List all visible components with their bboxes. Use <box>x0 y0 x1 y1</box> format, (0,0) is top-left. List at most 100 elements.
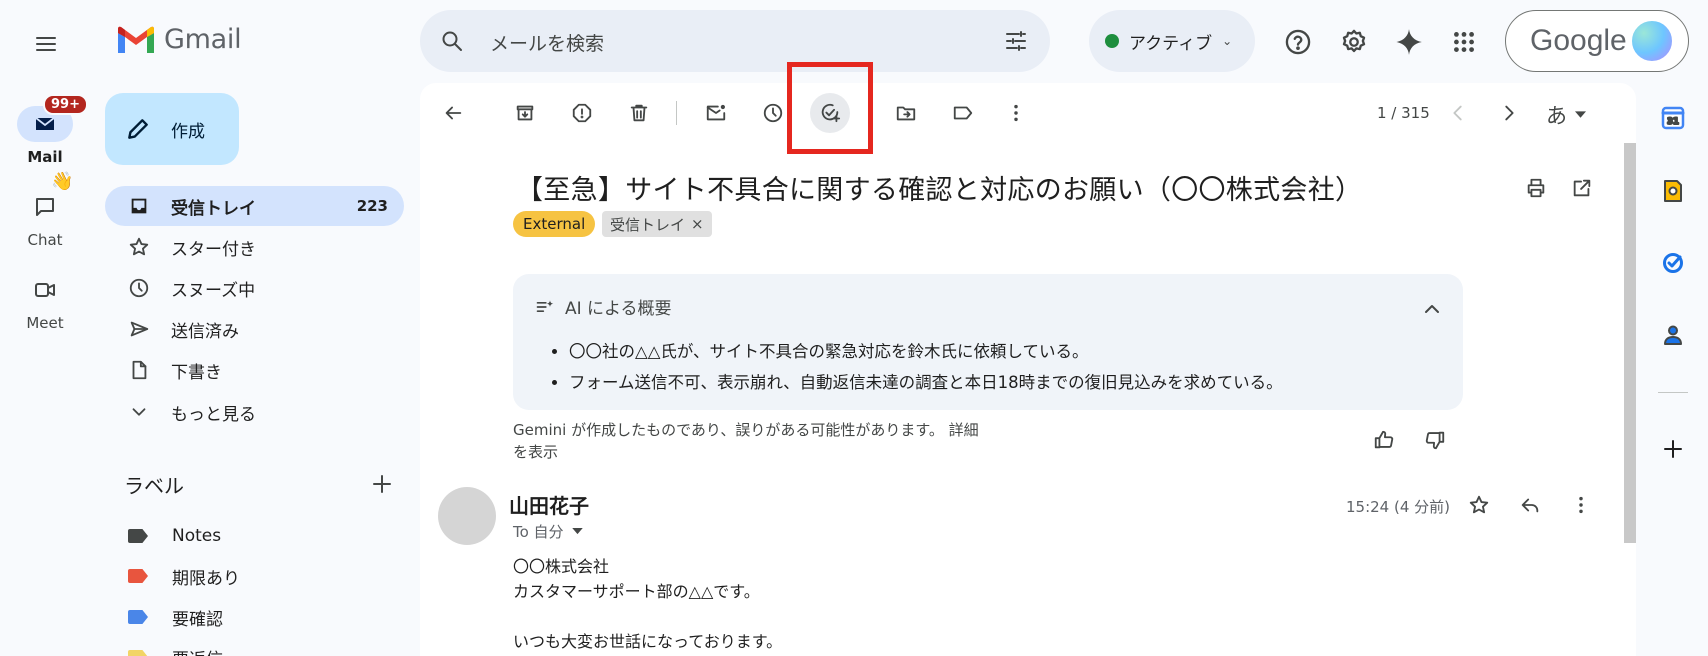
help-button[interactable] <box>1278 22 1318 62</box>
newer-button[interactable] <box>1438 93 1478 133</box>
reply-button[interactable] <box>1510 485 1550 525</box>
nav-sent-label: 送信済み <box>171 321 239 342</box>
gemini-spark-icon <box>1396 29 1422 55</box>
gemini-disclaimer[interactable]: Gemini が作成したものであり、誤りがある可能性があります。 詳細を表示 <box>513 419 993 463</box>
calendar-app-button[interactable]: 31 <box>1650 95 1696 141</box>
wave-emoji-icon: 👋 <box>51 171 74 192</box>
search-bar[interactable]: メールを検索 <box>420 10 1050 72</box>
print-icon <box>1527 178 1545 198</box>
back-button[interactable] <box>433 93 473 133</box>
nav-more[interactable]: もっと見る <box>105 392 404 432</box>
rail-meet[interactable]: Meet <box>0 272 90 332</box>
draft-icon <box>127 358 151 382</box>
nav-inbox-count: 223 <box>356 197 388 215</box>
status-dot <box>1105 34 1119 48</box>
contacts-icon <box>1664 325 1682 345</box>
calendar-day: 31 <box>1667 117 1679 127</box>
label-item[interactable]: 期限あり <box>128 561 240 591</box>
keep-app-button[interactable] <box>1650 168 1696 214</box>
print-button[interactable] <box>1516 168 1556 208</box>
toolbar-divider <box>676 101 677 125</box>
label-tag-icon <box>128 610 148 624</box>
trash-icon <box>630 104 648 122</box>
tasks-icon <box>1663 253 1683 273</box>
more-options-button[interactable] <box>996 93 1036 133</box>
thumbs-down-button[interactable] <box>1415 420 1455 460</box>
keep-icon <box>1664 180 1682 202</box>
label-icon <box>953 106 973 120</box>
contacts-app-button[interactable] <box>1650 312 1696 358</box>
move-to-button[interactable] <box>886 93 926 133</box>
input-tools-button[interactable]: あ <box>1546 100 1586 130</box>
nav-sent[interactable]: 送信済み <box>105 309 404 349</box>
archive-button[interactable] <box>505 93 545 133</box>
gemini-button[interactable] <box>1389 22 1429 62</box>
rail-chat[interactable]: 👋 Chat <box>0 171 90 249</box>
add-label-button[interactable] <box>370 472 394 496</box>
archive-icon <box>516 105 534 121</box>
older-button[interactable] <box>1489 93 1529 133</box>
google-apps-button[interactable] <box>1444 22 1484 62</box>
open-new-window-button[interactable] <box>1562 168 1602 208</box>
nav-snoozed[interactable]: スヌーズ中 <box>105 268 404 308</box>
thumbs-up-button[interactable] <box>1364 420 1404 460</box>
gmail-logo[interactable]: Gmail <box>116 24 242 55</box>
label-item-label: 要確認 <box>172 609 223 630</box>
arrow-left-icon <box>445 106 462 120</box>
label-item[interactable]: 要確認 <box>128 602 223 632</box>
star-icon <box>127 235 151 259</box>
report-spam-button[interactable] <box>562 93 602 133</box>
calendar-icon: 31 <box>1661 106 1685 130</box>
search-button[interactable] <box>440 29 464 53</box>
nav-inbox[interactable]: 受信トレイ 223 <box>105 186 404 226</box>
tasks-app-button[interactable] <box>1650 240 1696 286</box>
gmail-wordmark: Gmail <box>164 24 242 55</box>
nav-drafts-label: 下書き <box>171 362 222 383</box>
nav-drafts[interactable]: 下書き <box>105 350 404 390</box>
more-vert-icon <box>1579 496 1583 514</box>
labels-heading: ラベル <box>124 474 184 498</box>
settings-button[interactable] <box>1334 22 1374 62</box>
ai-summary-header: AI による概要 <box>535 294 672 319</box>
remove-label-icon[interactable]: × <box>691 215 704 233</box>
label-tag-icon <box>128 569 148 583</box>
compose-button[interactable]: 作成 <box>105 93 239 165</box>
sender-avatar[interactable] <box>438 487 496 545</box>
get-addons-button[interactable] <box>1650 426 1696 472</box>
label-item[interactable]: 要返信 <box>128 642 223 656</box>
compose-label: 作成 <box>171 121 205 142</box>
labels-button[interactable] <box>943 93 983 133</box>
status-selector[interactable]: アクティブ ⌄ <box>1089 10 1255 72</box>
thumbs-down-icon <box>1425 431 1445 450</box>
input-tools-label: あ <box>1546 104 1567 128</box>
search-input[interactable]: メールを検索 <box>490 29 604 56</box>
gear-icon <box>1342 29 1366 53</box>
plus-icon <box>373 475 391 493</box>
tune-icon <box>1006 31 1026 51</box>
label-item[interactable]: Notes <box>128 521 221 551</box>
clock-icon <box>127 276 151 300</box>
delete-button[interactable] <box>619 93 659 133</box>
scrollbar[interactable] <box>1624 143 1636 543</box>
body-line: いつも大変お世話になっております。 <box>513 632 783 651</box>
star-button[interactable] <box>1459 485 1499 525</box>
rail-mail[interactable]: 99+ Mail <box>0 94 90 166</box>
report-icon <box>572 103 592 123</box>
main-menu-button[interactable] <box>24 22 68 66</box>
label-item-label: Notes <box>172 526 222 546</box>
recipient-details[interactable]: To 自分 <box>513 521 583 542</box>
mark-unread-button[interactable] <box>696 93 736 133</box>
nav-starred[interactable]: スター付き <box>105 227 404 267</box>
mail-unread-icon <box>706 104 726 121</box>
message-more-button[interactable] <box>1561 485 1601 525</box>
rail-chat-pill: 👋 <box>17 171 73 225</box>
sender-name[interactable]: 山田花子 <box>509 490 589 519</box>
rail-meet-pill <box>17 272 73 308</box>
collapse-summary-button[interactable] <box>1419 296 1445 322</box>
ai-summary-card: AI による概要 〇〇社の△△氏が、サイト不具合の緊急対応を鈴木氏に依頼している… <box>513 274 1463 410</box>
chat-icon <box>36 198 54 216</box>
avatar[interactable] <box>1630 19 1674 63</box>
search-options-button[interactable] <box>1004 29 1028 53</box>
apps-grid-icon <box>1454 32 1474 52</box>
hamburger-icon <box>36 37 56 51</box>
